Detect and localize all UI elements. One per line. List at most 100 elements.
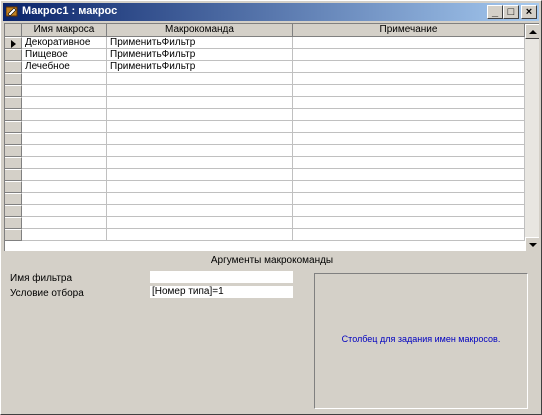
table-row[interactable] — [5, 193, 525, 205]
table-row[interactable]: Пищевое ПрименитьФильтр — [5, 49, 525, 61]
table-row[interactable] — [5, 169, 525, 181]
comment-cell[interactable] — [293, 157, 525, 169]
macro-name-cell[interactable] — [22, 85, 107, 97]
where-condition-field[interactable]: [Номер типа]=1 — [150, 286, 293, 298]
macro-name-cell[interactable] — [22, 229, 107, 241]
action-cell[interactable] — [107, 109, 293, 121]
table-row[interactable] — [5, 205, 525, 217]
table-row[interactable] — [5, 109, 525, 121]
row-selector[interactable] — [5, 181, 22, 193]
comment-cell[interactable] — [293, 181, 525, 193]
macro-name-cell[interactable] — [22, 121, 107, 133]
table-row[interactable] — [5, 217, 525, 229]
filter-name-field[interactable] — [150, 271, 293, 283]
table-row[interactable] — [5, 181, 525, 193]
comment-cell[interactable] — [293, 97, 525, 109]
comment-cell[interactable] — [293, 61, 525, 73]
action-cell[interactable] — [107, 193, 293, 205]
action-cell[interactable] — [107, 133, 293, 145]
scroll-up-button[interactable] — [525, 24, 539, 39]
macro-name-cell[interactable] — [22, 157, 107, 169]
action-cell[interactable] — [107, 217, 293, 229]
macro-name-cell[interactable] — [22, 181, 107, 193]
comment-cell[interactable] — [293, 85, 525, 97]
action-cell[interactable] — [107, 145, 293, 157]
row-selector[interactable] — [5, 121, 22, 133]
table-row[interactable]: Декоративное ПрименитьФильтр — [5, 37, 525, 49]
row-selector[interactable] — [5, 169, 22, 181]
vertical-scrollbar[interactable] — [525, 24, 539, 251]
comment-cell[interactable] — [293, 145, 525, 157]
table-row[interactable] — [5, 85, 525, 97]
minimize-button[interactable]: _ — [487, 5, 503, 19]
action-cell[interactable] — [107, 205, 293, 217]
macro-grid[interactable]: Имя макроса Макрокоманда Примечание Деко… — [4, 23, 539, 251]
macro-name-cell[interactable]: Пищевое — [22, 49, 107, 61]
column-header-action[interactable]: Макрокоманда — [107, 24, 293, 37]
comment-cell[interactable] — [293, 229, 525, 241]
comment-cell[interactable] — [293, 169, 525, 181]
macro-name-cell[interactable] — [22, 109, 107, 121]
row-selector[interactable] — [5, 109, 22, 121]
column-header-comment[interactable]: Примечание — [293, 24, 525, 37]
comment-cell[interactable] — [293, 133, 525, 145]
maximize-button[interactable]: □ — [503, 5, 519, 19]
table-row[interactable] — [5, 157, 525, 169]
title-bar[interactable]: Макрос1 : макрос _ □ × — [3, 3, 539, 21]
action-cell[interactable]: ПрименитьФильтр — [107, 61, 293, 73]
table-row[interactable] — [5, 145, 525, 157]
macro-name-cell[interactable] — [22, 145, 107, 157]
table-row[interactable] — [5, 229, 525, 241]
action-cell[interactable]: ПрименитьФильтр — [107, 37, 293, 49]
macro-name-cell[interactable]: Декоративное — [22, 37, 107, 49]
close-button[interactable]: × — [521, 5, 537, 19]
action-cell[interactable] — [107, 229, 293, 241]
comment-cell[interactable] — [293, 49, 525, 61]
row-selector[interactable] — [5, 157, 22, 169]
action-cell[interactable] — [107, 181, 293, 193]
window-title: Макрос1 : макрос — [22, 5, 118, 17]
action-cell[interactable] — [107, 97, 293, 109]
macro-name-cell[interactable] — [22, 133, 107, 145]
header-corner[interactable] — [5, 24, 22, 37]
row-selector[interactable] — [5, 217, 22, 229]
row-selector[interactable] — [5, 37, 22, 49]
scroll-down-button[interactable] — [525, 237, 539, 251]
action-cell[interactable] — [107, 121, 293, 133]
row-selector[interactable] — [5, 133, 22, 145]
macro-name-cell[interactable] — [22, 205, 107, 217]
row-selector[interactable] — [5, 97, 22, 109]
row-selector[interactable] — [5, 61, 22, 73]
action-cell[interactable] — [107, 157, 293, 169]
action-cell[interactable]: ПрименитьФильтр — [107, 49, 293, 61]
row-selector[interactable] — [5, 49, 22, 61]
comment-cell[interactable] — [293, 37, 525, 49]
table-row[interactable]: Лечебное ПрименитьФильтр — [5, 61, 525, 73]
table-row[interactable] — [5, 73, 525, 85]
macro-name-cell[interactable] — [22, 217, 107, 229]
macro-name-cell[interactable]: Лечебное — [22, 61, 107, 73]
row-selector[interactable] — [5, 193, 22, 205]
comment-cell[interactable] — [293, 121, 525, 133]
row-selector[interactable] — [5, 73, 22, 85]
table-row[interactable] — [5, 121, 525, 133]
comment-cell[interactable] — [293, 217, 525, 229]
row-selector[interactable] — [5, 229, 22, 241]
table-row[interactable] — [5, 97, 525, 109]
action-cell[interactable] — [107, 169, 293, 181]
table-row[interactable] — [5, 133, 525, 145]
action-cell[interactable] — [107, 73, 293, 85]
macro-name-cell[interactable] — [22, 97, 107, 109]
macro-name-cell[interactable] — [22, 193, 107, 205]
row-selector[interactable] — [5, 145, 22, 157]
comment-cell[interactable] — [293, 193, 525, 205]
macro-name-cell[interactable] — [22, 73, 107, 85]
comment-cell[interactable] — [293, 109, 525, 121]
comment-cell[interactable] — [293, 205, 525, 217]
column-header-macro-name[interactable]: Имя макроса — [22, 24, 107, 37]
row-selector[interactable] — [5, 85, 22, 97]
row-selector[interactable] — [5, 205, 22, 217]
comment-cell[interactable] — [293, 73, 525, 85]
macro-name-cell[interactable] — [22, 169, 107, 181]
action-cell[interactable] — [107, 85, 293, 97]
